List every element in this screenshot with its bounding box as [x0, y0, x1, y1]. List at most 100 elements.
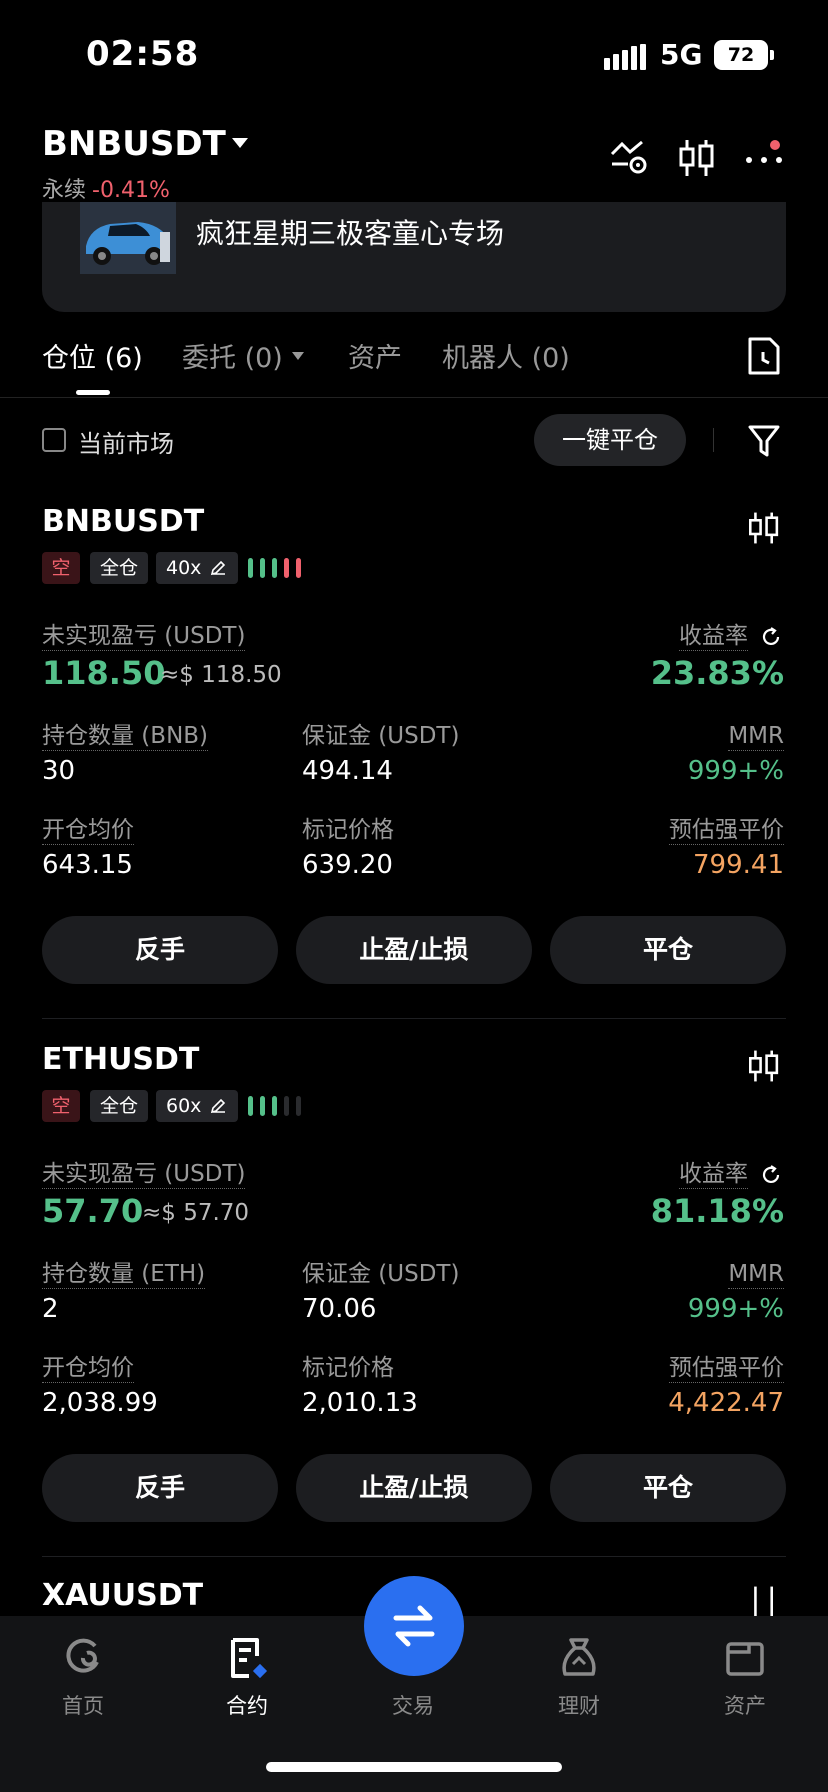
reverse-button[interactable]: 反手: [42, 916, 278, 984]
tp-sl-button[interactable]: 止盈/止损: [296, 916, 532, 984]
nav-home[interactable]: 首页: [28, 1636, 138, 1720]
home-indicator: [266, 1762, 562, 1772]
tab-orders[interactable]: 委托 (0): [182, 336, 283, 375]
current-market-label[interactable]: 当前市场: [78, 424, 174, 459]
edit-icon: [210, 1098, 226, 1114]
nav-label: 交易: [392, 1694, 434, 1718]
liq-price-value: 799.41: [693, 850, 784, 880]
refresh-icon[interactable]: [760, 1164, 782, 1186]
leverage-tag[interactable]: 40x: [156, 552, 238, 584]
active-tab-indicator: [76, 390, 110, 395]
entry-price-label[interactable]: 开仓均价: [42, 816, 134, 845]
trade-settings-icon[interactable]: [608, 138, 650, 178]
leverage-tag[interactable]: 60x: [156, 1090, 238, 1122]
battery-icon: [770, 50, 774, 60]
current-market-checkbox[interactable]: [42, 428, 66, 452]
nav-label: 理财: [558, 1694, 600, 1718]
candlestick-chart-icon[interactable]: [746, 510, 782, 546]
candlestick-chart-icon[interactable]: [746, 1584, 782, 1618]
chevron-down-icon[interactable]: [232, 138, 248, 148]
position-symbol[interactable]: ETHUSDT: [42, 1042, 199, 1077]
position-symbol[interactable]: XAUUSDT: [42, 1578, 203, 1613]
promo-banner[interactable]: 疯狂星期三极客童心专场: [42, 202, 786, 312]
home-icon: [66, 1638, 99, 1673]
mmr-label[interactable]: MMR: [728, 1260, 784, 1289]
banner-text: 疯狂星期三极客童心专场: [196, 217, 505, 250]
price-change: -0.41%: [92, 178, 170, 203]
reverse-button[interactable]: 反手: [42, 1454, 278, 1522]
contract-info: 永续 -0.41%: [42, 172, 170, 204]
trade-button[interactable]: [364, 1576, 464, 1676]
candlestick-chart-icon[interactable]: [746, 1048, 782, 1084]
divider: [42, 1556, 786, 1557]
tab-bots[interactable]: 机器人 (0): [442, 336, 570, 375]
wallet-icon: [726, 1642, 764, 1676]
unrealized-pnl-value: 118.50: [42, 654, 166, 692]
position-symbol[interactable]: BNBUSDT: [42, 504, 204, 539]
mmr-label[interactable]: MMR: [728, 722, 784, 751]
divider: [713, 428, 714, 452]
position-qty-label[interactable]: 持仓数量 (BNB): [42, 722, 209, 751]
pnl-usd-value: ≈$ 57.70: [142, 1200, 250, 1226]
position-card: ETHUSDT 空 全仓 60x 未实现盈亏 (USDT) 收益率 57.70 …: [0, 1042, 828, 1572]
margin-value: 70.06: [302, 1294, 377, 1324]
history-icon[interactable]: [746, 336, 782, 376]
car-promo-image: [80, 202, 176, 274]
filter-icon[interactable]: [748, 424, 780, 458]
liq-price-label[interactable]: 预估强平价: [669, 816, 784, 845]
candlestick-chart-icon[interactable]: [676, 138, 718, 178]
close-position-button[interactable]: 平仓: [550, 916, 786, 984]
entry-price-label[interactable]: 开仓均价: [42, 1354, 134, 1383]
edit-icon: [210, 560, 226, 576]
leverage-value: 60x: [166, 1095, 202, 1117]
notification-dot: [770, 140, 780, 150]
nav-label: 合约: [226, 1694, 268, 1718]
roe-value: 81.18%: [650, 1192, 784, 1230]
margin-label: 保证金 (USDT): [302, 723, 460, 749]
margin-label: 保证金 (USDT): [302, 1261, 460, 1287]
status-bar: 02:58 5G 72: [0, 0, 828, 110]
contract-type: 永续: [42, 178, 87, 203]
battery-level: 72: [714, 40, 768, 70]
mmr-value: 999+%: [687, 1294, 784, 1324]
tab-assets[interactable]: 资产: [348, 336, 402, 375]
roe-label[interactable]: 收益率: [679, 1160, 748, 1189]
roe-label[interactable]: 收益率: [679, 622, 748, 651]
symbol-selector[interactable]: BNBUSDT: [42, 124, 226, 164]
mark-price-label: 标记价格: [302, 1355, 394, 1381]
unrealized-pnl-label[interactable]: 未实现盈亏 (USDT): [42, 1160, 246, 1189]
unrealized-pnl-label[interactable]: 未实现盈亏 (USDT): [42, 622, 246, 651]
margin-mode-tag[interactable]: 全仓: [90, 552, 148, 584]
trade-swap-icon: [393, 1605, 435, 1647]
mmr-value: 999+%: [687, 756, 784, 786]
position-qty-value: 30: [42, 756, 76, 786]
roe-value: 23.83%: [650, 654, 784, 692]
risk-level-bars: [248, 558, 301, 578]
unrealized-pnl-value: 57.70: [42, 1192, 144, 1230]
close-position-button[interactable]: 平仓: [550, 1454, 786, 1522]
position-qty-label[interactable]: 持仓数量 (ETH): [42, 1260, 206, 1289]
mark-price-label: 标记价格: [302, 817, 394, 843]
nav-earn[interactable]: 理财: [524, 1636, 634, 1720]
tab-positions[interactable]: 仓位 (6): [42, 336, 143, 375]
close-all-button[interactable]: 一键平仓: [534, 414, 686, 466]
chevron-down-icon[interactable]: [292, 352, 304, 360]
divider: [42, 1018, 786, 1019]
margin-value: 494.14: [302, 756, 393, 786]
risk-level-bars: [248, 1096, 301, 1116]
refresh-icon[interactable]: [760, 626, 782, 648]
pnl-usd-value: ≈$ 118.50: [160, 662, 282, 688]
entry-price-value: 643.15: [42, 850, 133, 880]
side-tag: 空: [42, 1090, 80, 1122]
leverage-value: 40x: [166, 557, 202, 579]
liq-price-label[interactable]: 预估强平价: [669, 1354, 784, 1383]
contract-icon: [231, 1638, 268, 1679]
margin-mode-tag[interactable]: 全仓: [90, 1090, 148, 1122]
nav-contract[interactable]: 合约: [192, 1636, 302, 1720]
signal-icon: [604, 44, 646, 70]
side-tag: 空: [42, 552, 80, 584]
entry-price-value: 2,038.99: [42, 1388, 158, 1418]
tp-sl-button[interactable]: 止盈/止损: [296, 1454, 532, 1522]
nav-assets[interactable]: 资产: [690, 1636, 800, 1720]
status-time: 02:58: [86, 34, 200, 74]
